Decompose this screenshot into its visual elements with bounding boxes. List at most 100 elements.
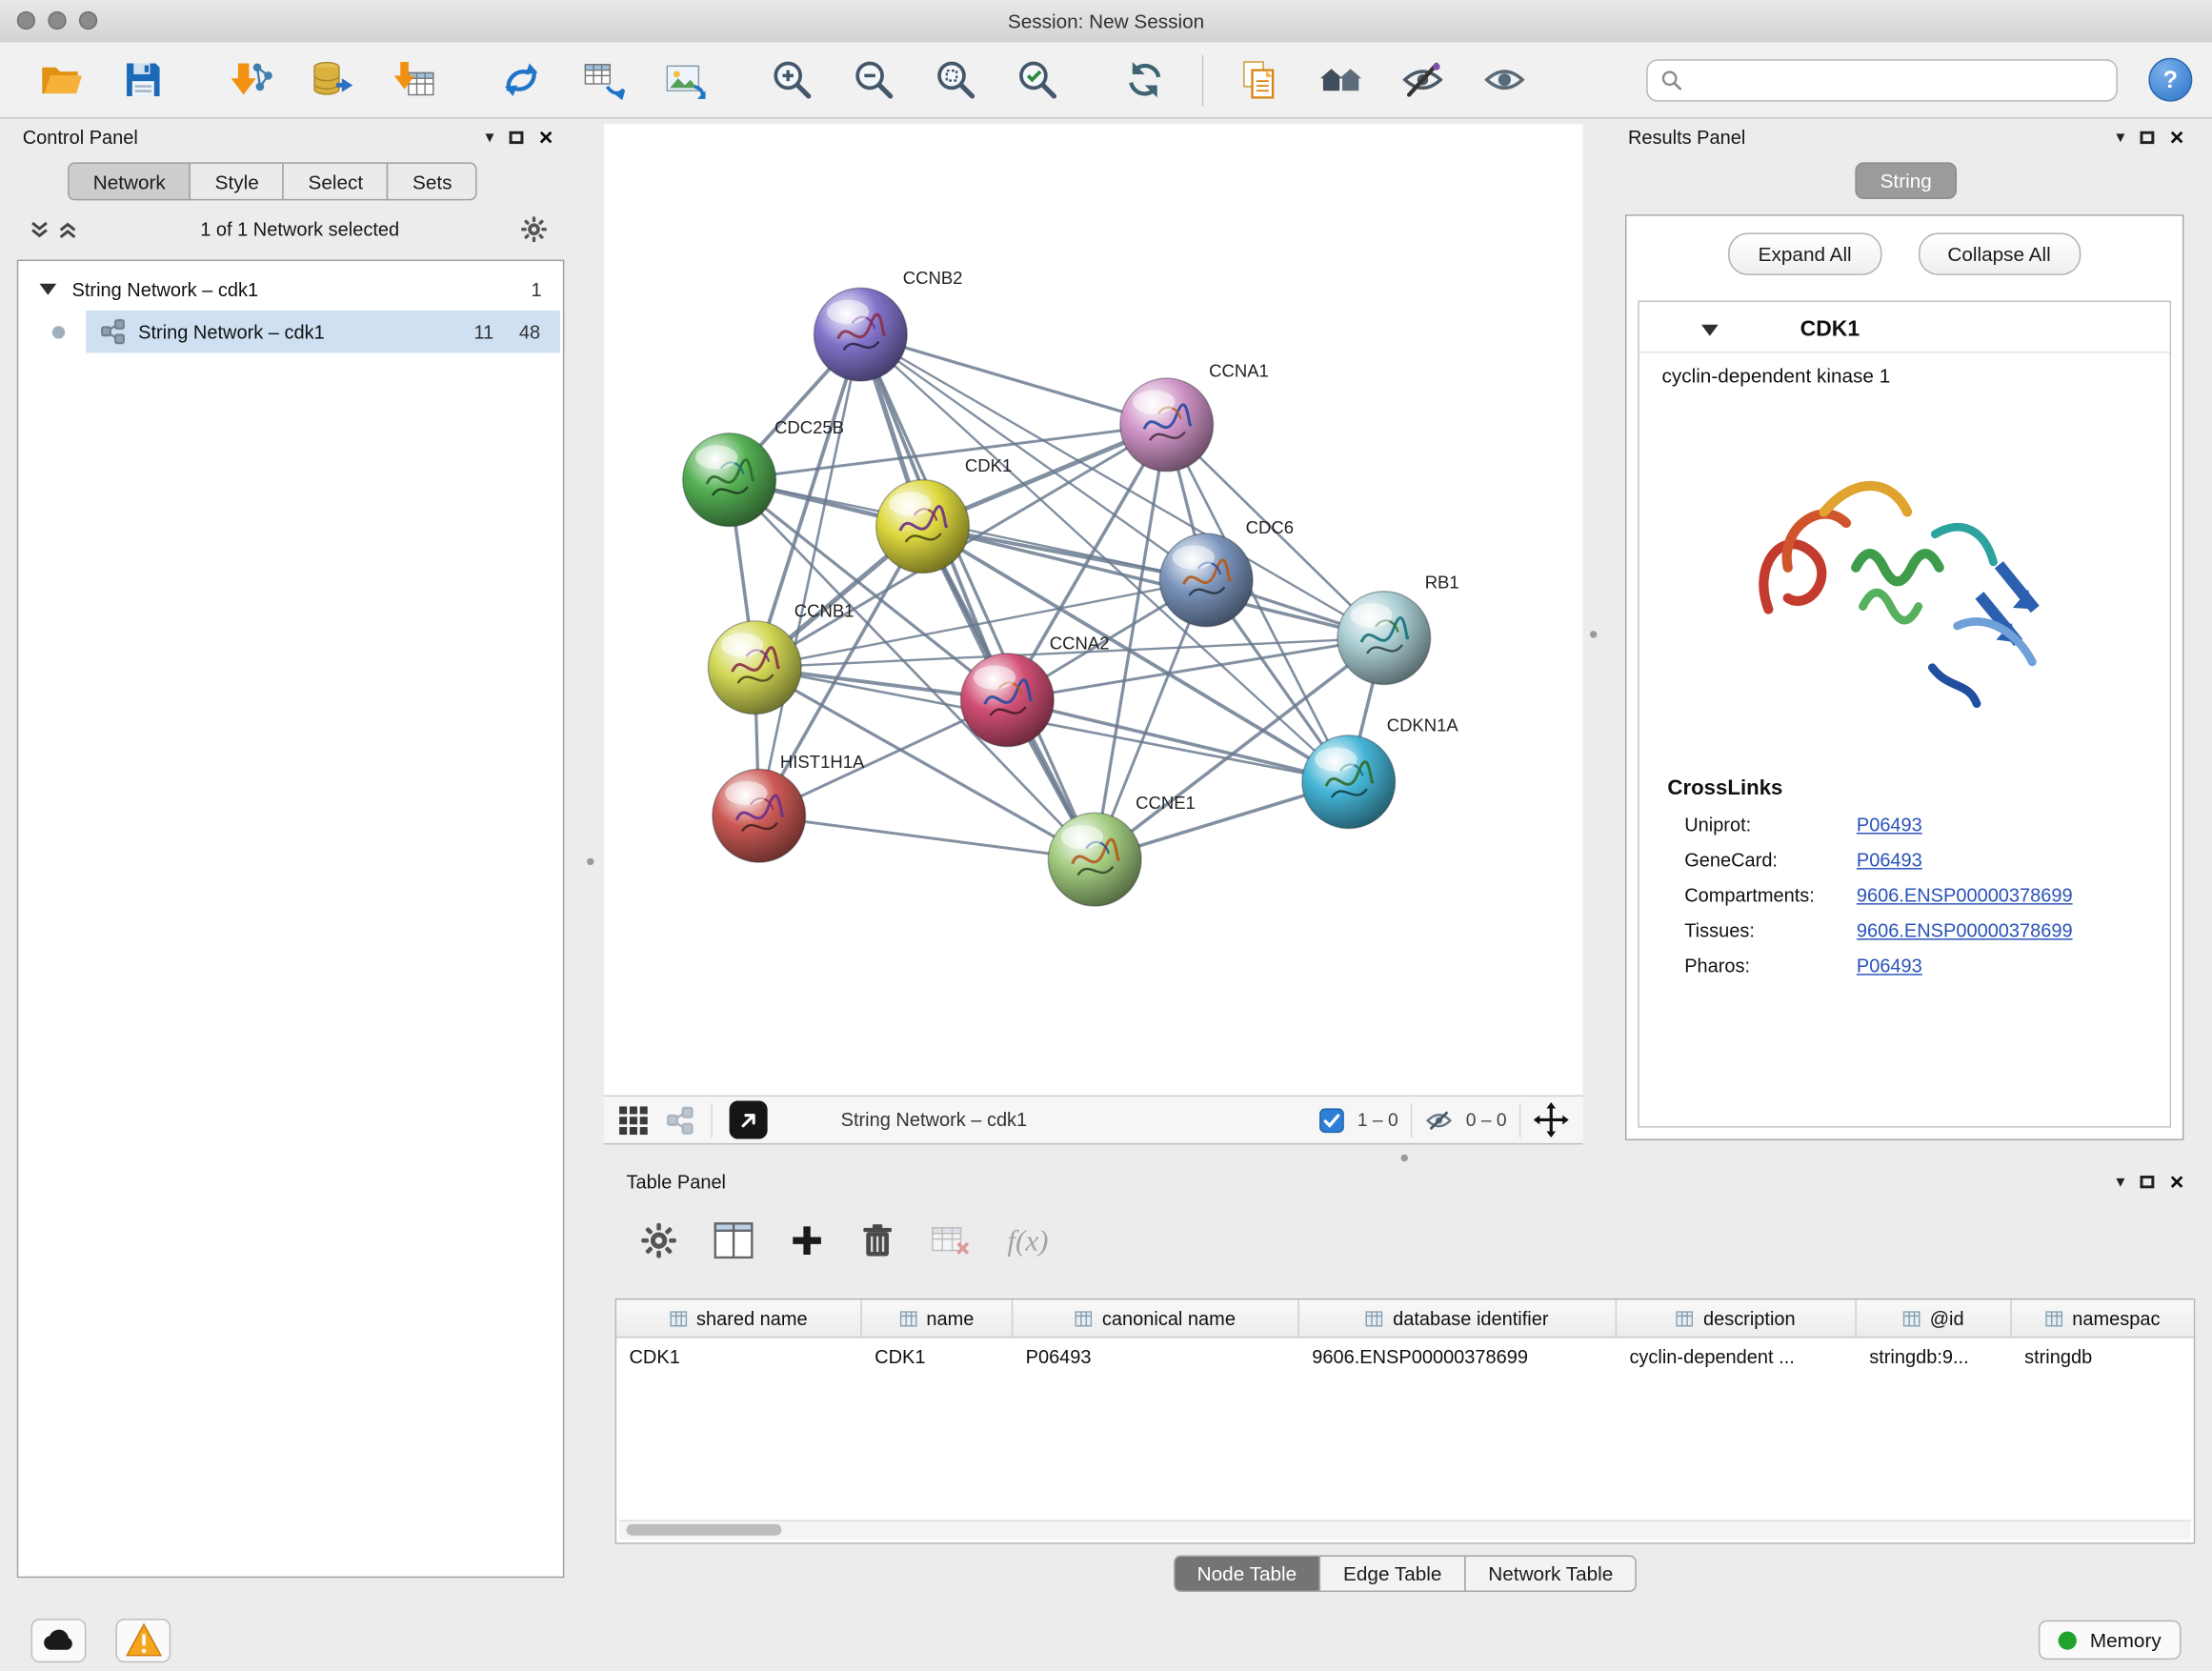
collapse-all-icon[interactable] xyxy=(29,218,51,241)
show-columns-icon[interactable] xyxy=(714,1222,753,1259)
cell-name[interactable]: CDK1 xyxy=(862,1346,1013,1367)
network-canvas[interactable]: CCNB2CCNA1CDC25BCDK1CDC6RB1CCNB1CCNA2CDK… xyxy=(604,124,1583,1095)
add-column-plus-icon[interactable] xyxy=(790,1223,824,1258)
panel-float-icon[interactable] xyxy=(2141,1175,2155,1187)
column-header[interactable]: description xyxy=(1617,1299,1857,1337)
zoom-in-button[interactable] xyxy=(762,49,821,111)
search-input[interactable] xyxy=(1693,67,2103,92)
network-from-table-button[interactable] xyxy=(573,49,632,111)
zoom-out-button[interactable] xyxy=(844,49,903,111)
help-button[interactable]: ? xyxy=(2148,58,2192,102)
show-button[interactable] xyxy=(1475,49,1534,111)
new-network-button[interactable] xyxy=(491,49,550,111)
panel-menu-caret-icon[interactable]: ▾ xyxy=(485,129,493,146)
import-network-file-button[interactable] xyxy=(220,49,279,111)
function-builder-icon[interactable]: f(x) xyxy=(1007,1223,1048,1258)
horizontal-splitter-handle[interactable] xyxy=(1401,1155,1408,1161)
window-minimize-button[interactable] xyxy=(48,11,66,30)
tab-network[interactable]: Network xyxy=(68,162,191,200)
expand-all-icon[interactable] xyxy=(56,218,79,241)
selected-checkbox-icon[interactable] xyxy=(1319,1107,1345,1133)
horizontal-scrollbar[interactable] xyxy=(619,1520,2191,1540)
network-node-cdc6[interactable] xyxy=(1159,534,1253,627)
network-node-ccnb2[interactable] xyxy=(814,288,907,381)
column-header[interactable]: name xyxy=(862,1299,1013,1337)
column-header[interactable]: database identifier xyxy=(1299,1299,1617,1337)
network-view[interactable]: CCNB2CCNA1CDC25BCDK1CDC6RB1CCNB1CCNA2CDK… xyxy=(604,124,1583,1095)
section-collapse-icon[interactable] xyxy=(1701,325,1719,336)
column-header[interactable]: namespac xyxy=(2012,1299,2194,1337)
warnings-button[interactable] xyxy=(115,1618,171,1661)
grid-view-icon[interactable] xyxy=(618,1104,650,1136)
network-node-ccna2[interactable] xyxy=(960,654,1054,747)
crosslink-link[interactable]: 9606.ENSP00000378699 xyxy=(1857,920,2073,941)
selected-network-highlight[interactable]: String Network – cdk1 11 48 xyxy=(86,311,560,352)
expand-all-button[interactable]: Expand All xyxy=(1729,232,1881,274)
network-node-hist1h1a[interactable] xyxy=(713,769,806,862)
vertical-splitter-handle[interactable] xyxy=(1590,631,1597,637)
panel-menu-caret-icon[interactable]: ▾ xyxy=(2116,1173,2124,1190)
column-header[interactable]: @id xyxy=(1857,1299,2012,1337)
network-node-ccnb1[interactable] xyxy=(708,621,801,715)
memory-button[interactable]: Memory xyxy=(2040,1621,2182,1660)
crosslink-link[interactable]: P06493 xyxy=(1857,815,1922,836)
network-edge[interactable] xyxy=(1007,700,1348,782)
cell-canonical-name[interactable]: P06493 xyxy=(1013,1346,1299,1367)
cell-shared-name[interactable]: CDK1 xyxy=(616,1346,862,1367)
network-row[interactable]: String Network – cdk1 11 48 xyxy=(18,311,563,352)
import-network-database-button[interactable] xyxy=(302,49,361,111)
vertical-splitter-handle[interactable] xyxy=(587,858,593,865)
tab-select[interactable]: Select xyxy=(283,162,389,200)
crosslink-link[interactable]: P06493 xyxy=(1857,850,1922,871)
cloud-button[interactable] xyxy=(31,1618,87,1661)
network-collection-row[interactable]: String Network – cdk1 1 xyxy=(18,268,563,310)
panel-menu-caret-icon[interactable]: ▾ xyxy=(2116,129,2124,146)
copy-document-button[interactable] xyxy=(1229,49,1288,111)
apply-layout-button[interactable] xyxy=(1115,49,1174,111)
network-edge[interactable] xyxy=(759,334,861,815)
tab-network-table[interactable]: Network Table xyxy=(1464,1556,1637,1593)
crosslink-link[interactable]: 9606.ENSP00000378699 xyxy=(1857,885,2073,906)
panel-float-icon[interactable] xyxy=(510,131,524,143)
hide-button[interactable] xyxy=(1393,49,1452,111)
pan-crosshair-icon[interactable] xyxy=(1534,1102,1569,1137)
network-node-ccne1[interactable] xyxy=(1048,813,1141,906)
network-node-ccna1[interactable] xyxy=(1120,378,1214,472)
share-network-icon[interactable] xyxy=(666,1106,694,1135)
open-session-button[interactable] xyxy=(31,49,90,111)
network-node-rb1[interactable] xyxy=(1337,592,1431,685)
zoom-fit-button[interactable] xyxy=(925,49,984,111)
gear-icon[interactable] xyxy=(520,216,547,243)
import-table-button[interactable] xyxy=(384,49,443,111)
tree-expand-icon[interactable] xyxy=(39,284,56,295)
window-close-button[interactable] xyxy=(17,11,35,30)
panel-close-icon[interactable]: × xyxy=(2170,1169,2184,1193)
tab-edge-table[interactable]: Edge Table xyxy=(1319,1556,1466,1593)
cell-description[interactable]: cyclin-dependent ... xyxy=(1617,1346,1857,1367)
tab-sets[interactable]: Sets xyxy=(387,162,477,200)
network-edge[interactable] xyxy=(860,334,1095,859)
cybrowser-button[interactable] xyxy=(1311,49,1370,111)
tab-string[interactable]: String xyxy=(1855,162,1957,199)
delete-trash-icon[interactable] xyxy=(860,1222,895,1259)
network-node-cdk1[interactable] xyxy=(876,480,970,574)
panel-close-icon[interactable]: × xyxy=(2170,125,2184,149)
network-edge[interactable] xyxy=(860,334,1166,425)
scrollbar-thumb[interactable] xyxy=(627,1524,782,1536)
panel-float-icon[interactable] xyxy=(2141,131,2155,143)
hidden-eye-slash-icon[interactable] xyxy=(1425,1109,1454,1132)
table-settings-gear-icon[interactable] xyxy=(640,1222,677,1259)
crosslink-link[interactable]: P06493 xyxy=(1857,956,1922,976)
network-node-cdc25b[interactable] xyxy=(683,433,776,527)
zoom-selected-button[interactable] xyxy=(1007,49,1066,111)
collapse-all-button[interactable]: Collapse All xyxy=(1918,232,2081,274)
panel-close-icon[interactable]: × xyxy=(539,125,553,149)
delete-table-icon[interactable] xyxy=(931,1223,970,1258)
save-session-button[interactable] xyxy=(112,49,171,111)
tab-style[interactable]: Style xyxy=(190,162,284,200)
tab-node-table[interactable]: Node Table xyxy=(1173,1556,1320,1593)
network-node-cdkn1a[interactable] xyxy=(1302,735,1396,829)
cell-id[interactable]: stringdb:9... xyxy=(1857,1346,2012,1367)
network-edge[interactable] xyxy=(759,815,1095,859)
cell-namespace[interactable]: stringdb xyxy=(2012,1346,2194,1367)
